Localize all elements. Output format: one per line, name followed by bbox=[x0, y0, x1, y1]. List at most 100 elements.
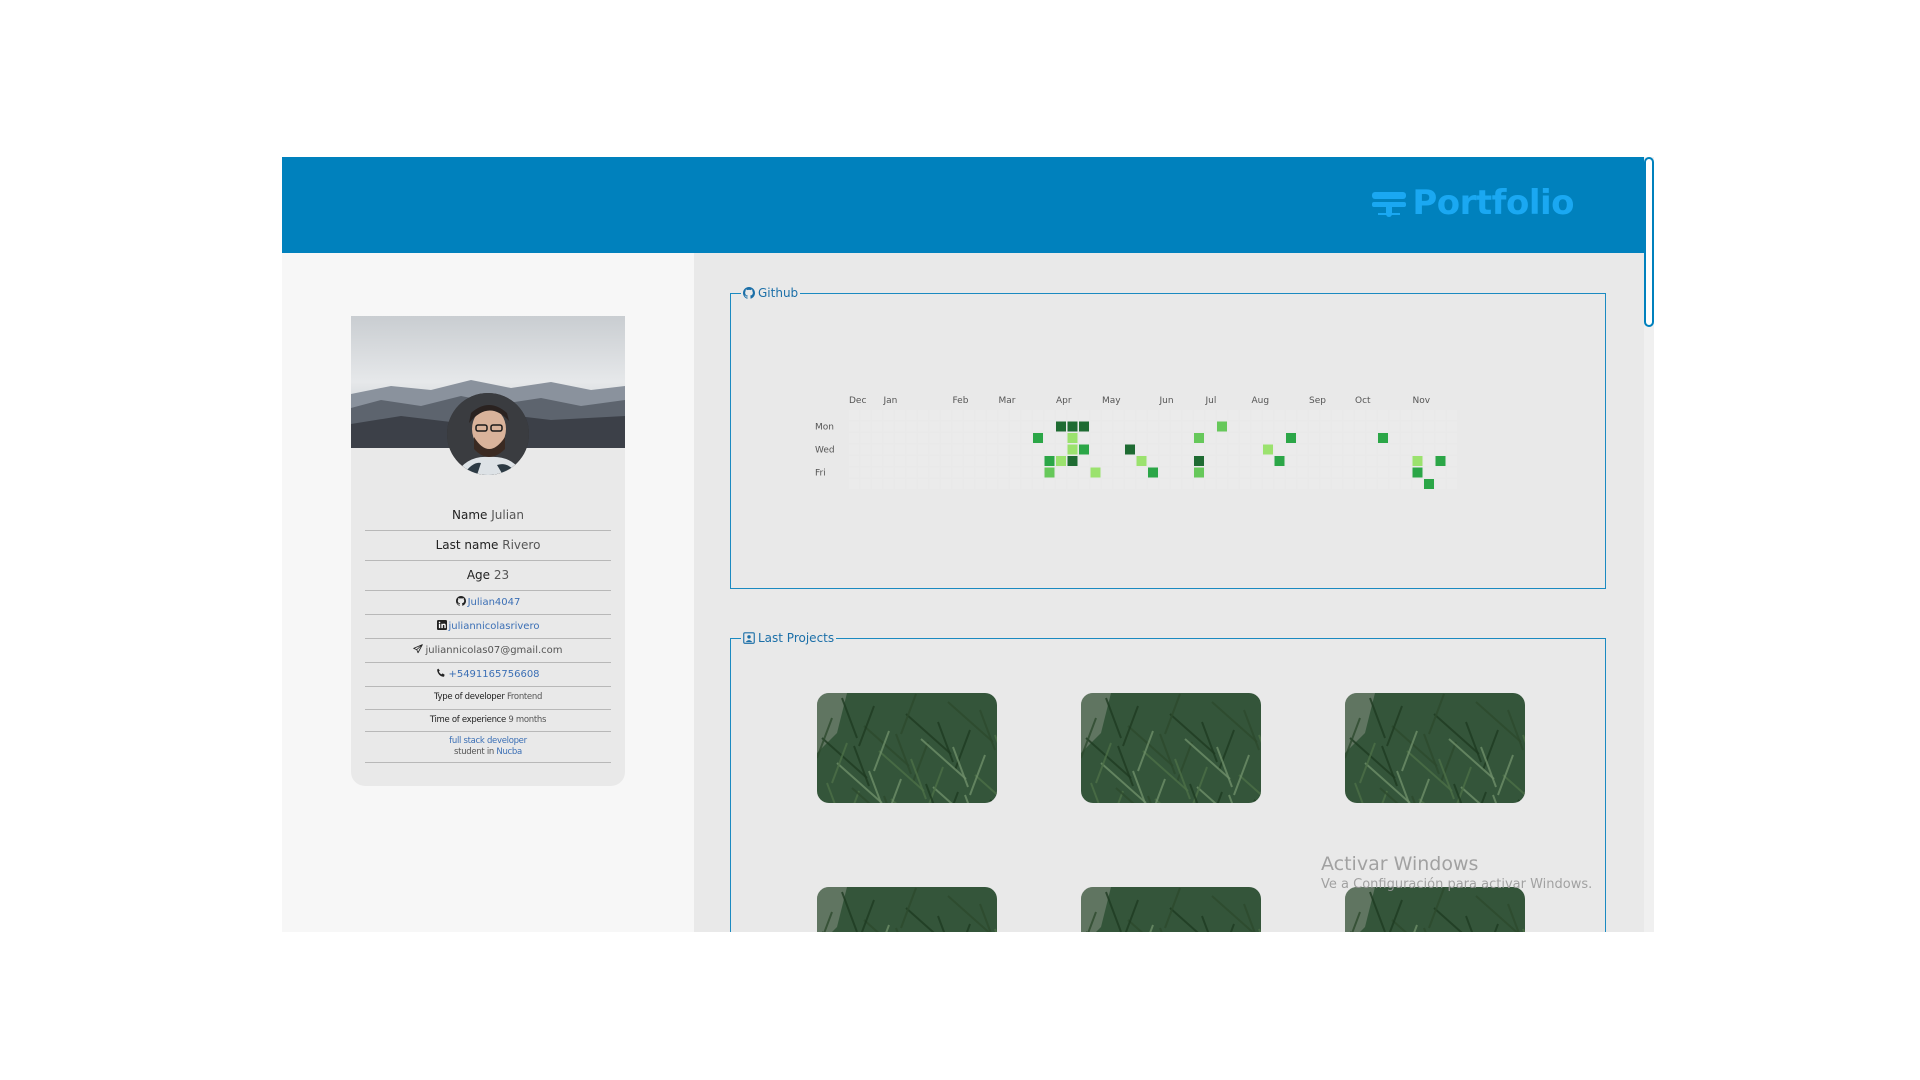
contribution-cell bbox=[1056, 444, 1066, 455]
contribution-cell bbox=[1182, 479, 1193, 489]
contribution-cell bbox=[1228, 467, 1239, 478]
contribution-cell bbox=[883, 433, 894, 443]
contribution-cell bbox=[1205, 479, 1216, 489]
contribution-cell bbox=[1412, 456, 1423, 466]
contribution-cell bbox=[1297, 467, 1308, 478]
contribution-cell bbox=[1378, 433, 1388, 443]
contribution-cell bbox=[1171, 456, 1181, 466]
contribution-cell bbox=[1113, 433, 1124, 443]
contribution-cell bbox=[1412, 421, 1423, 432]
contribution-cell bbox=[1033, 410, 1043, 420]
dev-type-label: Type of developer bbox=[433, 692, 505, 702]
contribution-cell bbox=[883, 479, 894, 489]
logo-text: Portfolio bbox=[1412, 183, 1574, 223]
contribution-cell bbox=[1171, 410, 1181, 420]
site-header: Portfolio bbox=[282, 157, 1644, 253]
contribution-cell bbox=[1056, 421, 1066, 432]
contribution-cell bbox=[952, 456, 963, 466]
contribution-cell bbox=[918, 467, 928, 478]
contribution-cell bbox=[1286, 456, 1296, 466]
contribution-cell bbox=[918, 410, 928, 420]
contribution-cell bbox=[1148, 467, 1158, 478]
contribution-cell bbox=[918, 479, 928, 489]
contribution-cell bbox=[1286, 467, 1296, 478]
linkedin-link[interactable]: juliannicolasrivero bbox=[449, 621, 540, 632]
main-content: Github Dec Jan Feb Mar Apr May Jun Jul Aug Sep Oct… bbox=[694, 253, 1644, 932]
project-thumbnail[interactable] bbox=[1081, 887, 1261, 932]
contribution-cell bbox=[1263, 479, 1273, 489]
month-label: Nov bbox=[1413, 396, 1431, 406]
contribution-cell bbox=[1240, 456, 1250, 466]
scrollbar[interactable] bbox=[1644, 157, 1654, 932]
contribution-cell bbox=[1056, 467, 1066, 478]
contribution-cell bbox=[1320, 479, 1331, 489]
contribution-cell bbox=[1309, 421, 1319, 432]
project-image bbox=[1081, 693, 1261, 803]
contribution-cell bbox=[849, 433, 859, 443]
contribution-cell bbox=[1079, 421, 1089, 432]
role-link[interactable]: full stack developer bbox=[449, 736, 527, 746]
contribution-cell bbox=[1102, 410, 1112, 420]
contribution-cell bbox=[1332, 456, 1342, 466]
contribution-cell bbox=[1343, 467, 1354, 478]
age-value: 23 bbox=[493, 568, 510, 582]
contribution-cell bbox=[1217, 433, 1227, 443]
contribution-cell bbox=[883, 467, 894, 478]
phone-link[interactable]: +5491165756608 bbox=[448, 669, 539, 680]
contribution-cell bbox=[1263, 444, 1273, 455]
contribution-cell bbox=[964, 421, 974, 432]
contribution-cell bbox=[952, 410, 963, 420]
contribution-cell bbox=[860, 456, 871, 466]
contribution-cell bbox=[1297, 456, 1308, 466]
contribution-cell bbox=[872, 479, 882, 489]
contribution-cell bbox=[1378, 421, 1388, 432]
contribution-cell bbox=[1044, 456, 1055, 466]
contribution-cell bbox=[1194, 444, 1204, 455]
school-link[interactable]: Nucba bbox=[496, 747, 522, 757]
contribution-cell bbox=[964, 433, 974, 443]
contribution-cell bbox=[1378, 479, 1388, 489]
contribution-cell bbox=[1447, 456, 1457, 466]
contribution-cell bbox=[975, 444, 986, 455]
site-logo[interactable]: Portfolio bbox=[1370, 183, 1574, 223]
contribution-cell bbox=[1366, 479, 1377, 489]
contribution-cell bbox=[1067, 479, 1078, 489]
contribution-cell bbox=[1332, 467, 1342, 478]
contribution-cell bbox=[1447, 433, 1457, 443]
contribution-cell bbox=[1412, 410, 1423, 420]
contribution-cell bbox=[1217, 479, 1227, 489]
contribution-cell bbox=[1424, 467, 1434, 478]
contribution-cell bbox=[1332, 433, 1342, 443]
project-thumbnail[interactable] bbox=[817, 887, 997, 932]
contribution-cell bbox=[1182, 444, 1193, 455]
contribution-cell bbox=[1355, 410, 1365, 420]
contribution-cell bbox=[929, 421, 940, 432]
github-link[interactable]: Julian4047 bbox=[468, 597, 521, 608]
contribution-cell bbox=[987, 467, 997, 478]
contribution-cell bbox=[1194, 456, 1204, 466]
contribution-cell bbox=[918, 433, 928, 443]
month-label: Jan bbox=[883, 396, 898, 406]
scrollbar-thumb[interactable] bbox=[1644, 157, 1654, 327]
contribution-cell bbox=[1251, 433, 1262, 443]
contribution-cell bbox=[895, 456, 905, 466]
contribution-cell bbox=[1366, 410, 1377, 420]
contribution-cell bbox=[975, 479, 986, 489]
contribution-cell bbox=[1401, 479, 1411, 489]
contribution-cell bbox=[906, 410, 917, 420]
project-thumbnail[interactable] bbox=[1081, 693, 1261, 803]
project-thumbnail[interactable] bbox=[817, 693, 997, 803]
contribution-cell bbox=[1389, 444, 1400, 455]
send-icon bbox=[413, 644, 424, 654]
project-thumbnail[interactable] bbox=[1345, 693, 1525, 803]
contribution-cell bbox=[849, 456, 859, 466]
experience-label: Time of experience bbox=[429, 714, 506, 725]
contribution-cell bbox=[860, 410, 871, 420]
contribution-cell bbox=[1136, 467, 1147, 478]
contribution-cell bbox=[1263, 410, 1273, 420]
contribution-cell bbox=[1378, 467, 1388, 478]
contribution-cell bbox=[1320, 467, 1331, 478]
contribution-cell bbox=[952, 467, 963, 478]
contribution-cell bbox=[1240, 467, 1250, 478]
contribution-cell bbox=[1228, 479, 1239, 489]
